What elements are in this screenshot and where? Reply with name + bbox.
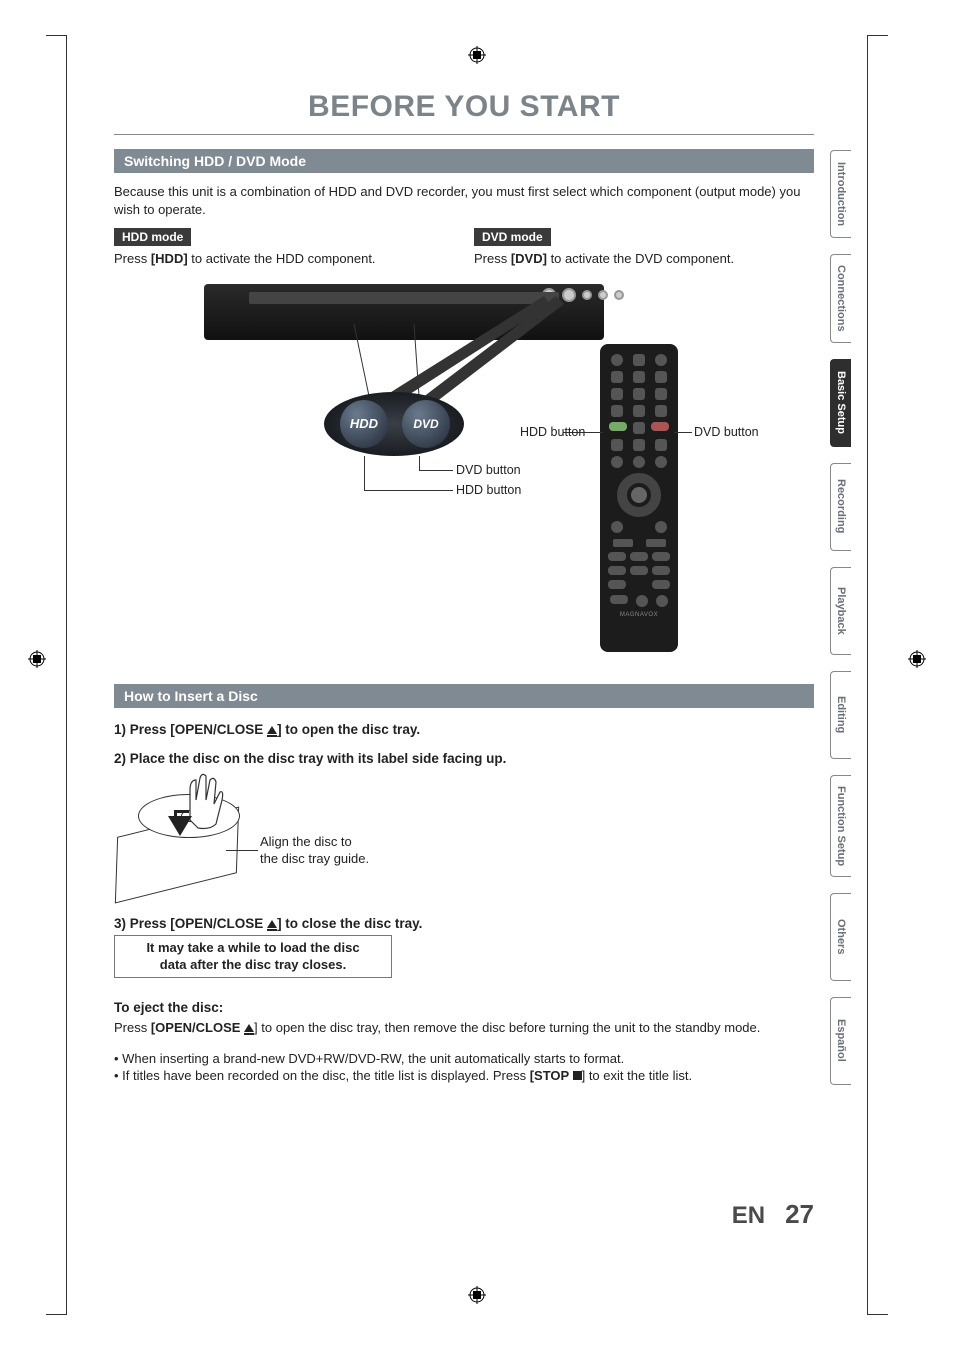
text: to activate the HDD component.: [188, 251, 376, 266]
dvd-mode-label: DVD mode: [474, 228, 551, 246]
hdd-button-label: HDD button: [456, 483, 521, 497]
tab-recording: Recording: [830, 463, 851, 551]
device-illustration: HDD DVD DVD button HDD button: [114, 284, 814, 684]
text: Press: [114, 251, 151, 266]
callout-line: [674, 432, 692, 433]
registration-mark-icon: [908, 650, 926, 668]
text: ] to open the disc tray, then remove the…: [254, 1020, 760, 1035]
eject-icon: [267, 920, 277, 928]
trim-rule: [867, 35, 868, 1315]
stop-icon: [573, 1071, 582, 1080]
callout-line: [419, 470, 453, 471]
registration-mark-icon: [468, 46, 486, 64]
lang-code: EN: [732, 1202, 765, 1230]
dvd-button-icon: DVD: [402, 400, 450, 448]
text: • If titles have been recorded on the di…: [114, 1068, 530, 1083]
step-3: 3) Press [OPEN/CLOSE ] to close the disc…: [114, 916, 814, 931]
notes-list: • When inserting a brand-new DVD+RW/DVD-…: [114, 1051, 814, 1083]
page-number: 27: [785, 1199, 814, 1230]
dvd-key-ref: [DVD]: [511, 251, 547, 266]
section-heading-insert-disc: How to Insert a Disc: [114, 684, 814, 708]
text: the disc tray guide.: [260, 851, 369, 866]
tab-others: Others: [830, 893, 851, 981]
arrow-down-icon: [168, 816, 192, 836]
eject-instruction: Press [OPEN/CLOSE ] to open the disc tra…: [114, 1019, 814, 1037]
open-close-key-ref: [OPEN/CLOSE: [151, 1020, 244, 1035]
text: to activate the DVD component.: [547, 251, 734, 266]
disc-tray-illustration: Align the disc to the disc tray guide.: [114, 772, 394, 902]
page-title: BEFORE YOU START: [114, 90, 814, 124]
note-bullet-2: • If titles have been recorded on the di…: [114, 1068, 814, 1083]
callout-line: [364, 490, 453, 491]
hdd-mode-label: HDD mode: [114, 228, 191, 246]
text: ] to close the disc tray.: [277, 916, 422, 931]
dvd-button-label: DVD button: [456, 463, 521, 477]
eject-heading: To eject the disc:: [114, 1000, 814, 1015]
text: data after the disc tray closes.: [160, 957, 346, 972]
text: It may take a while to load the disc: [146, 940, 359, 955]
dvd-mode-text: Press [DVD] to activate the DVD componen…: [474, 250, 814, 268]
callout-line: [226, 850, 258, 851]
tab-function-setup: Function Setup: [830, 775, 851, 877]
registration-mark-icon: [468, 1286, 486, 1304]
tab-playback: Playback: [830, 567, 851, 655]
divider: [114, 134, 814, 135]
text: ] to exit the title list.: [582, 1068, 693, 1083]
trim-rule: [66, 35, 67, 1315]
text: ] to open the disc tray.: [277, 722, 420, 737]
tab-editing: Editing: [830, 671, 851, 759]
registration-mark-icon: [28, 650, 46, 668]
callout-line: [364, 456, 365, 490]
hdd-button-icon: HDD: [340, 400, 388, 448]
section-tabs: Introduction Connections Basic Setup Rec…: [830, 150, 860, 1101]
hdd-key-ref: [HDD]: [151, 251, 188, 266]
tab-connections: Connections: [830, 254, 851, 343]
stop-key-ref: [STOP: [530, 1068, 573, 1083]
page-footer: EN 27: [732, 1199, 814, 1230]
step-2: 2) Place the disc on the disc tray with …: [114, 751, 814, 766]
load-delay-note: It may take a while to load the disc dat…: [114, 935, 392, 979]
text: Align the disc to: [260, 834, 352, 849]
text: 3) Press [OPEN/CLOSE: [114, 916, 267, 931]
intro-text: Because this unit is a combination of HD…: [114, 183, 814, 218]
section-heading-switching-mode: Switching HDD / DVD Mode: [114, 149, 814, 173]
button-zoom-bubble: HDD DVD: [324, 392, 464, 456]
callout-line: [419, 456, 420, 470]
remote-hdd-button-label: HDD button: [520, 425, 585, 439]
tab-espanol: Español: [830, 997, 851, 1085]
align-caption: Align the disc to the disc tray guide.: [260, 834, 369, 868]
note-bullet-1: • When inserting a brand-new DVD+RW/DVD-…: [114, 1051, 814, 1066]
text: 1) Press [OPEN/CLOSE: [114, 722, 267, 737]
remote-brand-label: MAGNAVOX: [606, 612, 672, 618]
eject-icon: [267, 726, 277, 734]
text: Press: [474, 251, 511, 266]
tab-basic-setup: Basic Setup: [830, 359, 851, 447]
remote-dvd-button-label: DVD button: [694, 425, 759, 439]
step-1: 1) Press [OPEN/CLOSE ] to open the disc …: [114, 722, 814, 737]
text: Press: [114, 1020, 151, 1035]
hdd-mode-text: Press [HDD] to activate the HDD componen…: [114, 250, 454, 268]
tab-introduction: Introduction: [830, 150, 851, 238]
eject-icon: [244, 1024, 254, 1032]
remote-control-icon: MAGNAVOX: [600, 344, 678, 652]
